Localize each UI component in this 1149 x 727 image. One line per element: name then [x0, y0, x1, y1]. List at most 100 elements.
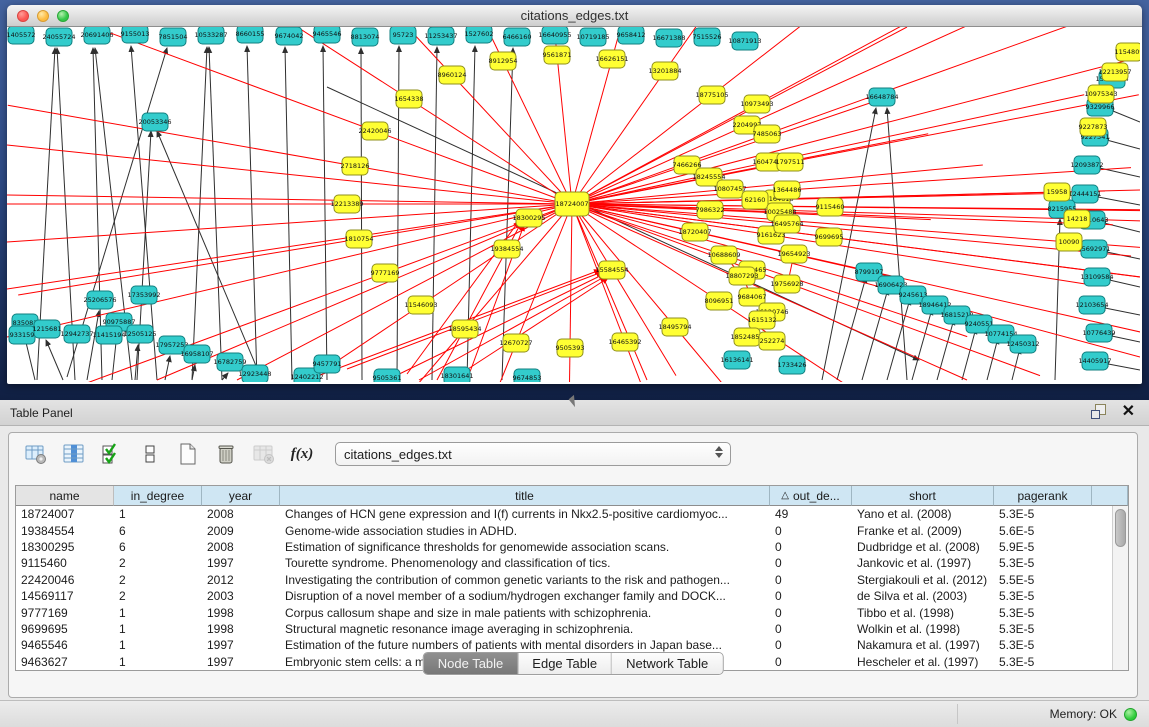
column-header-year[interactable]: year: [202, 486, 280, 506]
graph-edge[interactable]: [7, 195, 572, 204]
table-cell[interactable]: Franke et al. (2009): [852, 524, 994, 538]
table-cell[interactable]: 5.3E-5: [994, 638, 1092, 652]
graph-edge[interactable]: [570, 204, 572, 348]
table-cell[interactable]: 2: [114, 573, 202, 587]
table-cell[interactable]: 9463627: [16, 655, 114, 669]
table-cell[interactable]: Changes of HCN gene expression and I(f) …: [280, 507, 770, 521]
tab-network-table[interactable]: Network Table: [612, 653, 722, 674]
column-header-out-de-[interactable]: △out_de...: [770, 486, 852, 506]
column-header-in-degree[interactable]: in_degree: [114, 486, 202, 506]
table-cell[interactable]: 0: [770, 655, 852, 669]
table-cell[interactable]: 0: [770, 622, 852, 636]
graph-edge[interactable]: [222, 373, 228, 380]
table-cell[interactable]: 5.3E-5: [994, 556, 1092, 570]
table-cell[interactable]: 5.3E-5: [994, 655, 1092, 669]
graph-edge[interactable]: [8, 105, 355, 166]
tab-edge-table[interactable]: Edge Table: [518, 653, 612, 674]
graph-edge[interactable]: [572, 204, 719, 301]
table-row[interactable]: 2242004622012Investigating the contribut…: [16, 572, 1112, 588]
table-cell[interactable]: Hescheler et al. (1997): [852, 655, 994, 669]
graph-edge[interactable]: [572, 95, 712, 204]
network-canvas[interactable]: 1405572240557242069140691550137851504105…: [7, 27, 1140, 382]
table-cell[interactable]: 18724007: [16, 507, 114, 521]
graph-edge[interactable]: [192, 47, 207, 380]
table-cell[interactable]: 6: [114, 540, 202, 554]
table-cell[interactable]: 9699695: [16, 622, 114, 636]
graph-edge[interactable]: [7, 145, 572, 204]
table-cell[interactable]: 14569117: [16, 589, 114, 603]
graph-edge[interactable]: [452, 75, 572, 204]
table-cell[interactable]: Investigating the contribution of common…: [280, 573, 770, 587]
graph-edge[interactable]: [46, 340, 63, 380]
table-cell[interactable]: Disruption of a novel member of a sodium…: [280, 589, 770, 603]
table-cell[interactable]: 6: [114, 524, 202, 538]
table-row[interactable]: 1872400712008Changes of HCN gene express…: [16, 506, 1112, 522]
clear-row-selection-button[interactable]: [137, 441, 163, 467]
column-header-pagerank[interactable]: pagerank: [994, 486, 1092, 506]
table-cell[interactable]: 1997: [202, 556, 280, 570]
column-header-title[interactable]: title: [280, 486, 770, 506]
close-panel-icon[interactable]: ✕: [1122, 404, 1135, 419]
table-cell[interactable]: 5.3E-5: [994, 589, 1092, 603]
graph-edge[interactable]: [323, 46, 327, 380]
close-window-icon[interactable]: [17, 10, 29, 22]
float-panel-icon[interactable]: [1091, 404, 1106, 419]
table-cell[interactable]: Tourette syndrome. Phenomenology and cla…: [280, 556, 770, 570]
table-cell[interactable]: 2003: [202, 589, 280, 603]
vertical-scrollbar[interactable]: [1112, 506, 1128, 670]
table-cell[interactable]: 1: [114, 622, 202, 636]
table-cell[interactable]: Stergiakouli et al. (2012): [852, 573, 994, 587]
table-cell[interactable]: 19384554: [16, 524, 114, 538]
table-cell[interactable]: 49: [770, 507, 852, 521]
zoom-window-icon[interactable]: [57, 10, 69, 22]
graph-edge[interactable]: [572, 192, 1057, 204]
table-cell[interactable]: 2: [114, 589, 202, 603]
table-row[interactable]: 969969511998Structural magnetic resonanc…: [16, 621, 1112, 637]
table-cell[interactable]: de Silva et al. (2003): [852, 589, 994, 603]
table-cell[interactable]: 0: [770, 573, 852, 587]
table-cell[interactable]: Estimation of the future numbers of pati…: [280, 638, 770, 652]
show-column-button[interactable]: [61, 441, 87, 467]
graph-edge[interactable]: [757, 27, 1053, 104]
graph-edge[interactable]: [887, 108, 907, 380]
table-row[interactable]: 911546021997Tourette syndrome. Phenomeno…: [16, 555, 1112, 571]
table-cell[interactable]: Jankovic et al. (1997): [852, 556, 994, 570]
new-column-button[interactable]: [175, 441, 201, 467]
graph-edge[interactable]: [285, 47, 292, 380]
graph-edge[interactable]: [209, 47, 222, 380]
table-cell[interactable]: 1: [114, 507, 202, 521]
graph-edge[interactable]: [769, 95, 1084, 162]
tab-node-table[interactable]: Node Table: [424, 653, 519, 674]
graph-edge[interactable]: [87, 311, 99, 380]
graph-edge[interactable]: [247, 46, 257, 380]
table-cell[interactable]: Nakamura et al. (1997): [852, 638, 994, 652]
table-cell[interactable]: Dudbridge et al. (2008): [852, 540, 994, 554]
graph-edge[interactable]: [572, 204, 1140, 357]
table-settings-button[interactable]: [23, 441, 49, 467]
table-cell[interactable]: 2012: [202, 573, 280, 587]
table-cell[interactable]: 5.3E-5: [994, 507, 1092, 521]
table-cell[interactable]: 2008: [202, 540, 280, 554]
table-cell[interactable]: 5.9E-5: [994, 540, 1092, 554]
graph-edge[interactable]: [557, 55, 572, 204]
table-cell[interactable]: 1998: [202, 622, 280, 636]
graph-edge[interactable]: [767, 27, 1079, 134]
table-cell[interactable]: Wolkin et al. (1998): [852, 622, 994, 636]
delete-column-button[interactable]: [213, 441, 239, 467]
graph-edge[interactable]: [572, 59, 612, 204]
table-cell[interactable]: 5.6E-5: [994, 524, 1092, 538]
table-cell[interactable]: 0: [770, 638, 852, 652]
table-cell[interactable]: 2009: [202, 524, 280, 538]
graph-edge[interactable]: [361, 48, 362, 380]
table-cell[interactable]: 1: [114, 655, 202, 669]
table-cell[interactable]: 5.5E-5: [994, 573, 1092, 587]
table-row[interactable]: 1456911722003Disruption of a novel membe…: [16, 588, 1112, 604]
table-cell[interactable]: 9115460: [16, 556, 114, 570]
table-cell[interactable]: 5.3E-5: [994, 622, 1092, 636]
scrollbar-thumb[interactable]: [1115, 509, 1126, 547]
table-cell[interactable]: Structural magnetic resonance image aver…: [280, 622, 770, 636]
table-cell[interactable]: Corpus callosum shape and size in male p…: [280, 606, 770, 620]
table-cell[interactable]: 0: [770, 589, 852, 603]
table-cell[interactable]: 18300295: [16, 540, 114, 554]
table-cell[interactable]: 22420046: [16, 573, 114, 587]
